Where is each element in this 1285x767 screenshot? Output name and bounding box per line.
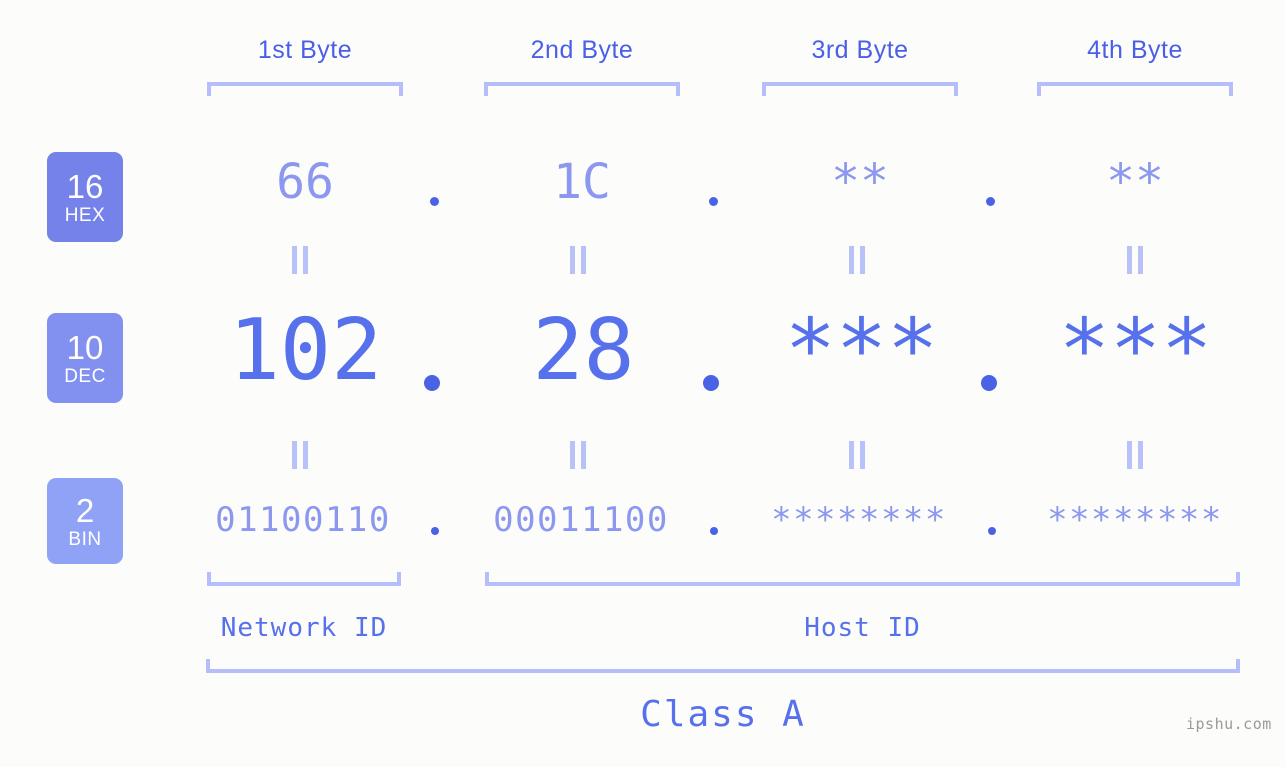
radix-badge-hex: 16 HEX xyxy=(47,152,123,242)
radix-badge-bin-name: BIN xyxy=(68,528,102,550)
equality-mark-hex-dec-1 xyxy=(292,246,308,274)
byte-header-2: 2nd Byte xyxy=(530,36,634,64)
bin-byte-value-3: ******** xyxy=(771,500,947,540)
radix-badge-dec: 10 DEC xyxy=(47,313,123,403)
hex-byte-value-1: 66 xyxy=(276,154,334,210)
host-id-bracket xyxy=(485,572,1240,586)
byte-bracket-4 xyxy=(1037,82,1233,96)
equality-mark-hex-dec-4 xyxy=(1127,246,1143,274)
dec-byte-value-3: *** xyxy=(784,301,939,400)
hex-byte-value-2: 1C xyxy=(553,154,611,210)
radix-badge-bin-number: 2 xyxy=(75,491,95,529)
radix-badge-dec-number: 10 xyxy=(66,328,104,366)
byte-header-4: 4th Byte xyxy=(1087,36,1183,64)
hex-byte-value-3: ** xyxy=(831,154,889,210)
class-label: Class A xyxy=(640,694,806,735)
dec-byte-value-1: 102 xyxy=(228,301,383,400)
equality-mark-dec-bin-2 xyxy=(570,441,586,469)
byte-bracket-2 xyxy=(484,82,680,96)
dec-byte-value-4: *** xyxy=(1058,301,1213,400)
equality-mark-dec-bin-1 xyxy=(292,441,308,469)
equality-mark-dec-bin-4 xyxy=(1127,441,1143,469)
bin-byte-value-4: ******** xyxy=(1047,500,1223,540)
hex-separator-dot-3 xyxy=(986,197,995,206)
hex-byte-value-4: ** xyxy=(1106,154,1164,210)
bin-byte-value-2: 00011100 xyxy=(493,500,669,540)
byte-header-1: 1st Byte xyxy=(257,36,353,64)
equality-mark-hex-dec-3 xyxy=(849,246,865,274)
network-id-bracket xyxy=(207,572,401,586)
dec-separator-dot-3 xyxy=(981,375,997,391)
equality-mark-dec-bin-3 xyxy=(849,441,865,469)
bin-separator-dot-3 xyxy=(988,527,996,535)
dec-separator-dot-2 xyxy=(703,375,719,391)
byte-header-3: 3rd Byte xyxy=(811,36,909,64)
byte-bracket-1 xyxy=(207,82,403,96)
ip-address-breakdown-diagram: 1st Byte 2nd Byte 3rd Byte 4th Byte 16 H… xyxy=(0,0,1285,767)
radix-badge-hex-number: 16 xyxy=(66,167,104,205)
site-watermark: ipshu.com xyxy=(1186,715,1272,733)
network-id-label: Network ID xyxy=(220,613,388,643)
host-id-label: Host ID xyxy=(804,613,921,643)
bin-byte-value-1: 01100110 xyxy=(215,500,391,540)
radix-badge-hex-name: HEX xyxy=(64,204,106,226)
bin-separator-dot-2 xyxy=(710,527,718,535)
dec-separator-dot-1 xyxy=(424,375,440,391)
bin-separator-dot-1 xyxy=(431,527,439,535)
radix-badge-dec-name: DEC xyxy=(64,365,106,387)
class-bracket xyxy=(206,659,1240,673)
hex-separator-dot-2 xyxy=(709,197,718,206)
byte-bracket-3 xyxy=(762,82,958,96)
hex-separator-dot-1 xyxy=(430,197,439,206)
radix-badge-bin: 2 BIN xyxy=(47,478,123,564)
dec-byte-value-2: 28 xyxy=(532,301,635,400)
equality-mark-hex-dec-2 xyxy=(570,246,586,274)
